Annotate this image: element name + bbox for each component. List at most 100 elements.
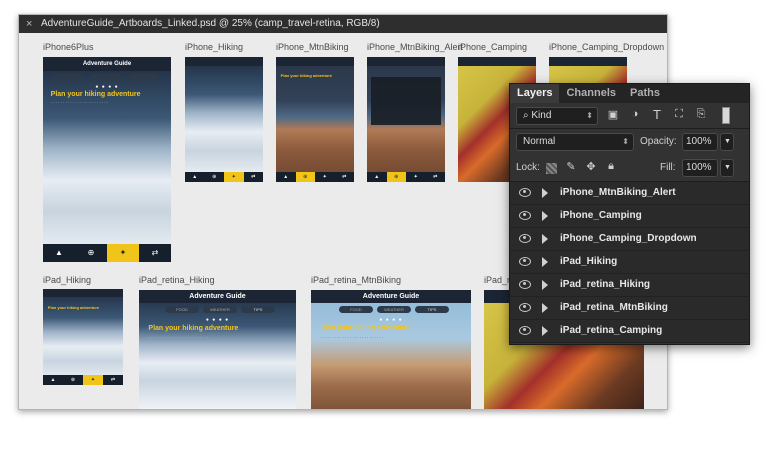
eye-icon[interactable] xyxy=(519,303,531,312)
artboard-ipad-retina-hiking[interactable]: Adventure Guide FOOD WEATHER TIPS ● ● ● … xyxy=(139,290,296,409)
tab-weather[interactable]: WEATHER xyxy=(203,306,237,313)
artboard-ipad-hiking[interactable]: Plan your hiking adventure ▲ ⊕ ✦ ⇄ xyxy=(43,289,123,385)
bottom-tab-bar: ▲ ⊕ ✦ ⇄ xyxy=(43,244,171,262)
camp-icon[interactable]: ✦ xyxy=(83,375,103,385)
filter-toggle-switch[interactable] xyxy=(722,107,730,124)
tab-weather[interactable]: WEATHER xyxy=(377,306,411,313)
shape-filter-icon[interactable]: ⛶ xyxy=(672,108,686,121)
fill-dropdown-button[interactable]: ▼ xyxy=(720,159,734,177)
eye-icon[interactable] xyxy=(519,188,531,197)
tab-tips[interactable]: TIPS xyxy=(241,306,275,313)
expand-triangle-icon[interactable] xyxy=(542,211,548,221)
app-title-bar xyxy=(549,57,627,66)
layer-row[interactable]: iPhone_Camping_Dropdown xyxy=(510,228,749,251)
app-title-bar xyxy=(458,57,536,66)
tab-food[interactable]: FOOD xyxy=(339,306,373,313)
lock-position-icon[interactable]: ✥ xyxy=(584,160,598,173)
image-filter-icon[interactable]: ▣ xyxy=(606,108,620,121)
close-icon[interactable]: × xyxy=(26,15,32,33)
eye-icon[interactable] xyxy=(519,234,531,243)
expand-triangle-icon[interactable] xyxy=(542,280,548,290)
hero-heading: Plan your biking adventure xyxy=(280,73,333,78)
smart-object-filter-icon[interactable]: ⎘ xyxy=(694,108,708,121)
hiking-icon[interactable]: ▲ xyxy=(43,375,63,385)
tab-food[interactable]: FOOD xyxy=(165,306,199,313)
app-title: Adventure Guide xyxy=(43,57,171,71)
swap-icon[interactable]: ⇄ xyxy=(244,172,264,182)
artboard-iphone-mtnbiking[interactable]: Plan your biking adventure ▲ ⊕ ✦ ⇄ xyxy=(276,57,354,182)
app-title-bar xyxy=(367,57,445,66)
swap-icon[interactable]: ⇄ xyxy=(103,375,123,385)
lock-transparency-icon[interactable] xyxy=(546,163,557,174)
bike-icon[interactable]: ⊕ xyxy=(295,172,315,182)
bottom-tab-bar: ▲ ⊕ ✦ ⇄ xyxy=(43,375,123,385)
updown-arrows-icon: ⬍ xyxy=(622,137,629,146)
opacity-input[interactable]: 100% xyxy=(682,133,718,151)
tab-layers[interactable]: Layers xyxy=(510,84,560,103)
layer-name: iPad_retina_Hiking xyxy=(560,279,651,290)
hiking-icon[interactable]: ▲ xyxy=(276,172,296,182)
layer-name: iPad_retina_MtnBiking xyxy=(560,302,668,313)
layer-row[interactable]: iPhone_MtnBiking_Alert xyxy=(510,182,749,205)
type-filter-icon[interactable]: T xyxy=(650,107,664,122)
layer-row[interactable]: iPad_retina_MtnBiking xyxy=(510,297,749,320)
layer-row[interactable]: iPad_Hiking xyxy=(510,251,749,274)
layer-row[interactable]: iPad_retina_Camping xyxy=(510,320,749,343)
opacity-dropdown-button[interactable]: ▼ xyxy=(720,133,734,151)
eye-icon[interactable] xyxy=(519,211,531,220)
tab-paths[interactable]: Paths xyxy=(623,84,667,103)
artboard-label-ipad-retina-mtnbiking: iPad_retina_MtnBiking xyxy=(311,275,402,285)
fill-input[interactable]: 100% xyxy=(682,159,718,177)
page-dots: ● ● ● ● xyxy=(205,317,230,323)
bike-icon[interactable]: ⊕ xyxy=(75,244,107,262)
eye-icon[interactable] xyxy=(519,280,531,289)
layer-row[interactable]: iPhone_Camping xyxy=(510,205,749,228)
panel-tabs: Layers Channels Paths xyxy=(510,84,749,103)
bike-icon[interactable]: ⊕ xyxy=(205,172,225,182)
tab-tips[interactable]: TIPS xyxy=(415,306,449,313)
eye-icon[interactable] xyxy=(519,257,531,266)
camp-icon[interactable]: ✦ xyxy=(315,172,335,182)
swap-icon[interactable]: ⇄ xyxy=(139,244,171,262)
swap-icon[interactable]: ⇄ xyxy=(335,172,355,182)
artboard-label-iphone-mtnbiking-alert: iPhone_MtnBiking_Alert xyxy=(367,42,464,52)
camp-icon[interactable]: ✦ xyxy=(107,244,139,262)
hiking-icon[interactable]: ▲ xyxy=(367,172,387,182)
lock-label: Lock: xyxy=(516,162,540,173)
artboard-label-ipad-retina-hiking: iPad_retina_Hiking xyxy=(139,275,215,285)
divider xyxy=(510,128,749,129)
blend-mode-value: Normal xyxy=(523,136,556,147)
lock-brush-icon[interactable]: ✎ xyxy=(564,160,578,173)
opacity-label: Opacity: xyxy=(640,136,677,147)
lock-all-icon[interactable]: 🔒︎ xyxy=(604,160,618,173)
artboard-iphone6plus[interactable]: Adventure Guide ● ● ● ● Plan your hiking… xyxy=(43,57,171,262)
camp-icon[interactable]: ✦ xyxy=(406,172,426,182)
artboard-label-iphone-mtnbiking: iPhone_MtnBiking xyxy=(276,42,349,52)
blend-mode-select[interactable]: Normal ⬍ xyxy=(516,133,634,151)
bike-icon[interactable]: ⊕ xyxy=(63,375,83,385)
hiking-icon[interactable]: ▲ xyxy=(43,244,75,262)
expand-triangle-icon[interactable] xyxy=(542,188,548,198)
artboard-ipad-retina-mtnbiking[interactable]: Adventure Guide FOOD WEATHER TIPS ● ● ● … xyxy=(311,290,471,409)
filter-kind-value: Kind xyxy=(531,110,552,121)
hero-heading: Plan your hiking adventure xyxy=(47,305,100,310)
layer-row[interactable]: iPad_retina_Hiking xyxy=(510,274,749,297)
expand-triangle-icon[interactable] xyxy=(542,326,548,336)
swap-icon[interactable]: ⇄ xyxy=(426,172,446,182)
document-tab[interactable]: × AdventureGuide_Artboards_Linked.psd @ … xyxy=(19,15,667,33)
layer-name: iPhone_Camping_Dropdown xyxy=(560,233,697,244)
expand-triangle-icon[interactable] xyxy=(542,234,548,244)
adjustment-filter-icon[interactable]: ◑ xyxy=(628,108,642,120)
eye-icon[interactable] xyxy=(519,326,531,335)
filter-kind-select[interactable]: ⌕ Kind ⬍ xyxy=(516,107,598,125)
tab-channels[interactable]: Channels xyxy=(559,84,623,103)
layers-panel: Layers Channels Paths ⌕ Kind ⬍ ▣ ◑ T ⛶ ⎘… xyxy=(509,83,750,345)
camp-icon[interactable]: ✦ xyxy=(224,172,244,182)
bike-icon[interactable]: ⊕ xyxy=(386,172,406,182)
expand-triangle-icon[interactable] xyxy=(542,303,548,313)
expand-triangle-icon[interactable] xyxy=(542,257,548,267)
tab-pill xyxy=(53,74,83,81)
artboard-iphone-mtnbiking-alert[interactable]: ▲ ⊕ ✦ ⇄ xyxy=(367,57,445,182)
artboard-iphone-hiking[interactable]: ▲ ⊕ ✦ ⇄ xyxy=(185,57,263,182)
hiking-icon[interactable]: ▲ xyxy=(185,172,205,182)
